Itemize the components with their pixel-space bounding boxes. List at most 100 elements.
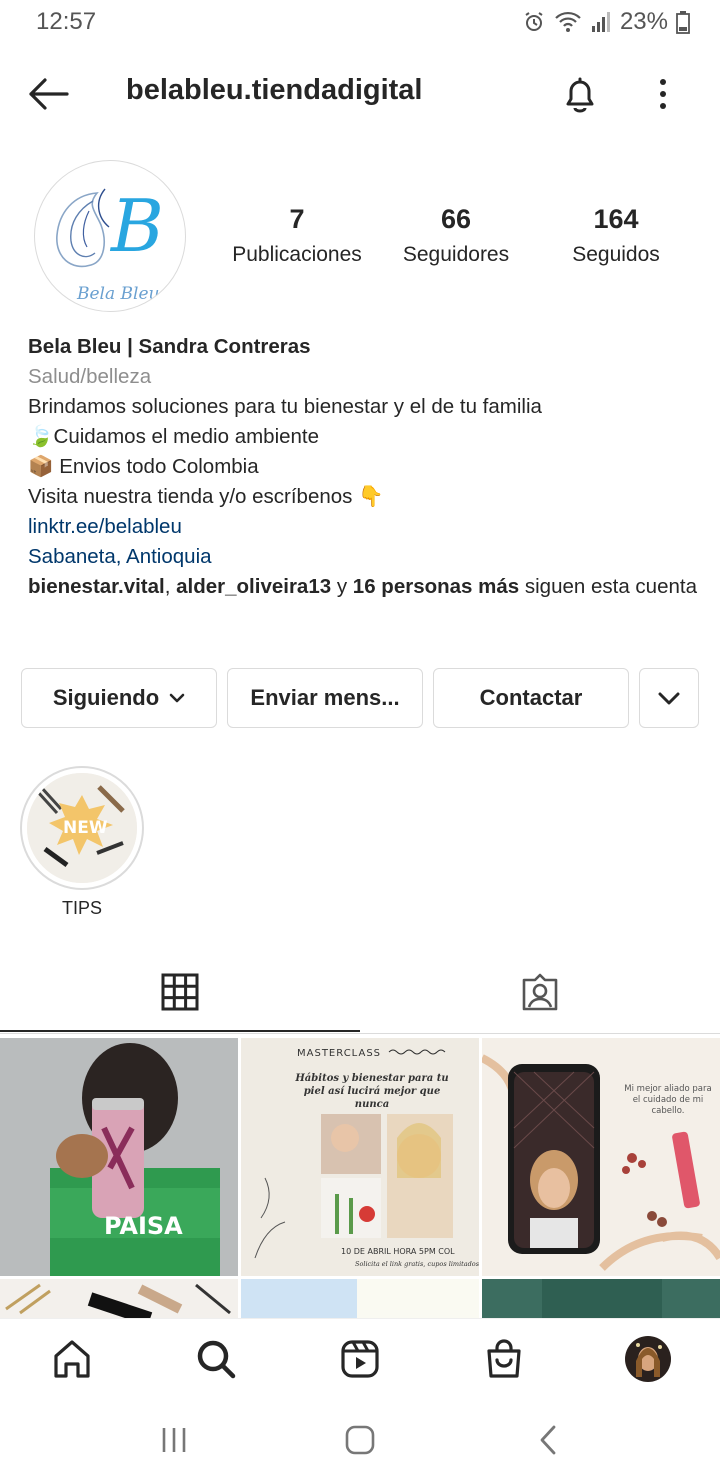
post-thumbnail[interactable]: [482, 1279, 720, 1318]
chevron-down-icon: [169, 693, 185, 703]
follower-name: bienestar.vital: [28, 575, 165, 598]
followed-by-others: 16 personas más: [352, 575, 520, 598]
post-image: [0, 1279, 238, 1318]
tab-tagged[interactable]: [360, 952, 720, 1032]
profile-category: Salud/belleza: [28, 365, 152, 388]
nav-home[interactable]: [46, 1333, 98, 1385]
profile-link[interactable]: linktr.ee/belableu: [28, 512, 698, 542]
nav-reels[interactable]: [334, 1333, 386, 1385]
brand-logo: B Bela Bleu: [56, 184, 164, 304]
post-image: Mi mejor aliado para el cuidado de mi ca…: [482, 1038, 720, 1276]
nav-profile[interactable]: [622, 1333, 674, 1385]
contact-label: Contactar: [479, 685, 583, 710]
stat-following[interactable]: 164 Seguidos: [550, 204, 682, 267]
message-label: Enviar mens...: [250, 685, 400, 710]
logo-script: Bela Bleu: [76, 284, 159, 304]
shopping-bag-icon: [487, 1339, 521, 1378]
home-icon: [54, 1340, 90, 1378]
profile-avatar[interactable]: B Bela Bleu: [34, 160, 186, 312]
post-image: [482, 1279, 720, 1318]
post-thumbnail[interactable]: Mi mejor aliado para el cuidado de mi ca…: [482, 1038, 720, 1276]
contact-button[interactable]: Contactar: [433, 668, 629, 728]
tab-posts-grid[interactable]: [0, 952, 360, 1032]
post-image: [241, 1279, 479, 1318]
home-system-button[interactable]: [330, 1420, 390, 1460]
stat-posts[interactable]: 7 Publicaciones: [216, 204, 378, 267]
stat-following-count: 164: [593, 204, 639, 234]
back-button[interactable]: [24, 72, 72, 116]
post-text: MASTERCLASS: [297, 1048, 381, 1059]
profile-display-name: Bela Bleu | Sandra Contreras: [28, 335, 311, 358]
tagged-user-icon: [522, 973, 558, 1011]
status-bar: 12:57 23%: [0, 0, 720, 44]
message-button[interactable]: Enviar mens...: [227, 668, 423, 728]
post-text: Solicita el link gratis, cupos limitados: [355, 1260, 479, 1268]
story-highlight[interactable]: NEW: [20, 766, 144, 890]
profile-username: belableu.tiendadigital: [126, 74, 423, 106]
recent-apps-button[interactable]: [144, 1420, 204, 1460]
highlight-label: TIPS: [61, 898, 102, 918]
post-image: PAISA: [0, 1038, 238, 1276]
home-square-icon: [345, 1425, 375, 1455]
nav-shop[interactable]: [478, 1333, 530, 1385]
active-tab-indicator: [0, 1030, 360, 1032]
follower-name: alder_oliveira13: [176, 575, 332, 598]
profile-stats: 7 Publicaciones 66 Seguidores 164 Seguid…: [216, 204, 686, 274]
post-thumbnail[interactable]: [241, 1279, 479, 1318]
profile-avatar-icon: [625, 1336, 671, 1382]
followed-by-and: y: [331, 575, 353, 598]
highlight-cover-art: NEW: [27, 773, 137, 883]
bell-icon: [566, 77, 594, 113]
status-time: 12:57: [36, 8, 97, 35]
system-navigation-bar: [0, 1400, 720, 1480]
stat-posts-label: Publicaciones: [232, 243, 362, 266]
back-arrow-icon: [29, 78, 69, 110]
post-thumbnail[interactable]: MASTERCLASS Hábitos y bienestar para tu …: [241, 1038, 479, 1276]
bio-line: 🍃Cuidamos el medio ambiente: [28, 425, 320, 448]
post-text: 10 DE ABRIL HORA 5PM COL: [341, 1247, 455, 1256]
profile-location[interactable]: Sabaneta, Antioquia: [28, 542, 698, 572]
more-options-button[interactable]: [640, 70, 686, 118]
stat-followers[interactable]: 66 Seguidores: [386, 204, 526, 267]
notifications-button[interactable]: [556, 70, 604, 118]
reels-icon: [341, 1340, 379, 1378]
post-text: Hábitos y bienestar para tu piel así luc…: [295, 1073, 449, 1110]
followed-by-suffix: siguen esta cuenta: [519, 575, 697, 598]
post-image: MASTERCLASS Hábitos y bienestar para tu …: [241, 1038, 479, 1276]
recent-apps-icon: [162, 1428, 186, 1452]
bio-line: Visita nuestra tienda y/o escríbenos 👇: [28, 485, 384, 508]
followed-by[interactable]: bienestar.vital, alder_oliveira13 y 16 p…: [28, 572, 698, 602]
back-system-button[interactable]: [518, 1420, 578, 1460]
top-bar: belableu.tiendadigital: [0, 58, 720, 128]
more-vertical-icon: [660, 79, 666, 109]
following-label: Siguiendo: [52, 685, 160, 710]
battery-icon: [676, 10, 690, 34]
highlight-badge: NEW: [63, 818, 108, 838]
wifi-icon: [554, 10, 582, 34]
stat-followers-label: Seguidores: [402, 243, 510, 266]
alarm-icon: [522, 10, 546, 34]
stat-followers-count: 66: [440, 204, 472, 234]
nav-search[interactable]: [190, 1333, 242, 1385]
highlight-cover: NEW: [27, 773, 137, 883]
profile-bio: Bela Bleu | Sandra Contreras Salud/belle…: [28, 332, 698, 602]
post-thumbnail[interactable]: [0, 1279, 238, 1318]
suggested-accounts-button[interactable]: [639, 668, 699, 728]
post-thumbnail[interactable]: PAISA: [0, 1038, 238, 1276]
bio-line: 📦 Envios todo Colombia: [28, 455, 259, 478]
stat-following-label: Seguidos: [572, 243, 660, 266]
following-button[interactable]: Siguiendo: [21, 668, 217, 728]
followed-by-separator: ,: [164, 575, 177, 598]
grid-icon: [161, 973, 199, 1011]
search-icon: [197, 1340, 236, 1379]
stat-posts-count: 7: [289, 204, 305, 234]
back-chevron-icon: [540, 1425, 556, 1455]
bottom-navigation: [0, 1318, 720, 1398]
profile-tabs: [0, 952, 720, 1034]
posts-grid: PAISA MASTERCLASS Hábitos y bienestar pa…: [0, 1036, 720, 1318]
chevron-down-icon: [658, 692, 680, 705]
battery-level: 23%: [619, 8, 668, 35]
signal-icon: [590, 10, 612, 34]
logo-letter: B: [109, 184, 164, 268]
post-text: PAISA: [104, 1212, 183, 1240]
